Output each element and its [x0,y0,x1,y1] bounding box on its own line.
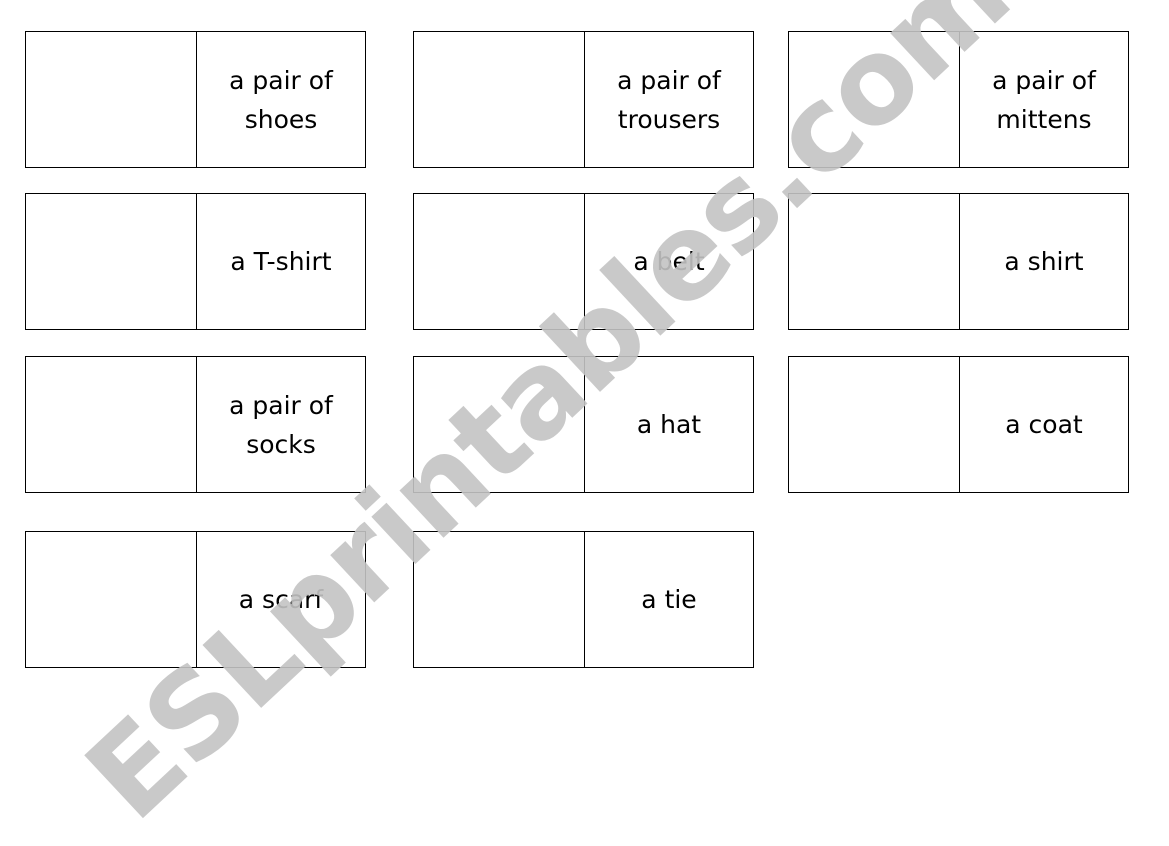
card-blank-half [26,532,197,667]
card: a hat [413,356,754,493]
card: a pair of shoes [25,31,366,168]
card-label: a shirt [1004,247,1084,276]
card-blank-half [414,32,585,167]
card-blank-half [414,357,585,492]
card-blank-half [789,194,960,329]
card-blank-half [26,357,197,492]
card-label: a coat [1005,410,1083,439]
card: a scarf [25,531,366,668]
card: a pair of mittens [788,31,1129,168]
card-label: a pair of mittens [992,65,1096,134]
card-blank-half [26,32,197,167]
card-label: a belt [633,247,705,276]
card-label: a pair of socks [229,390,333,459]
card-blank-half [789,32,960,167]
card: a shirt [788,193,1129,330]
card-label: a tie [641,585,697,614]
card-blank-half [789,357,960,492]
card: a tie [413,531,754,668]
card: a pair of socks [25,356,366,493]
card-label: a pair of trousers [617,65,721,134]
card-label: a T-shirt [230,247,332,276]
card: a coat [788,356,1129,493]
card: a pair of trousers [413,31,754,168]
card: a T-shirt [25,193,366,330]
card-blank-half [414,532,585,667]
card-label: a hat [636,410,702,439]
card-label: a pair of shoes [229,65,333,134]
card-label: a scarf [238,585,324,614]
card: a belt [413,193,754,330]
card-blank-half [26,194,197,329]
card-blank-half [414,194,585,329]
